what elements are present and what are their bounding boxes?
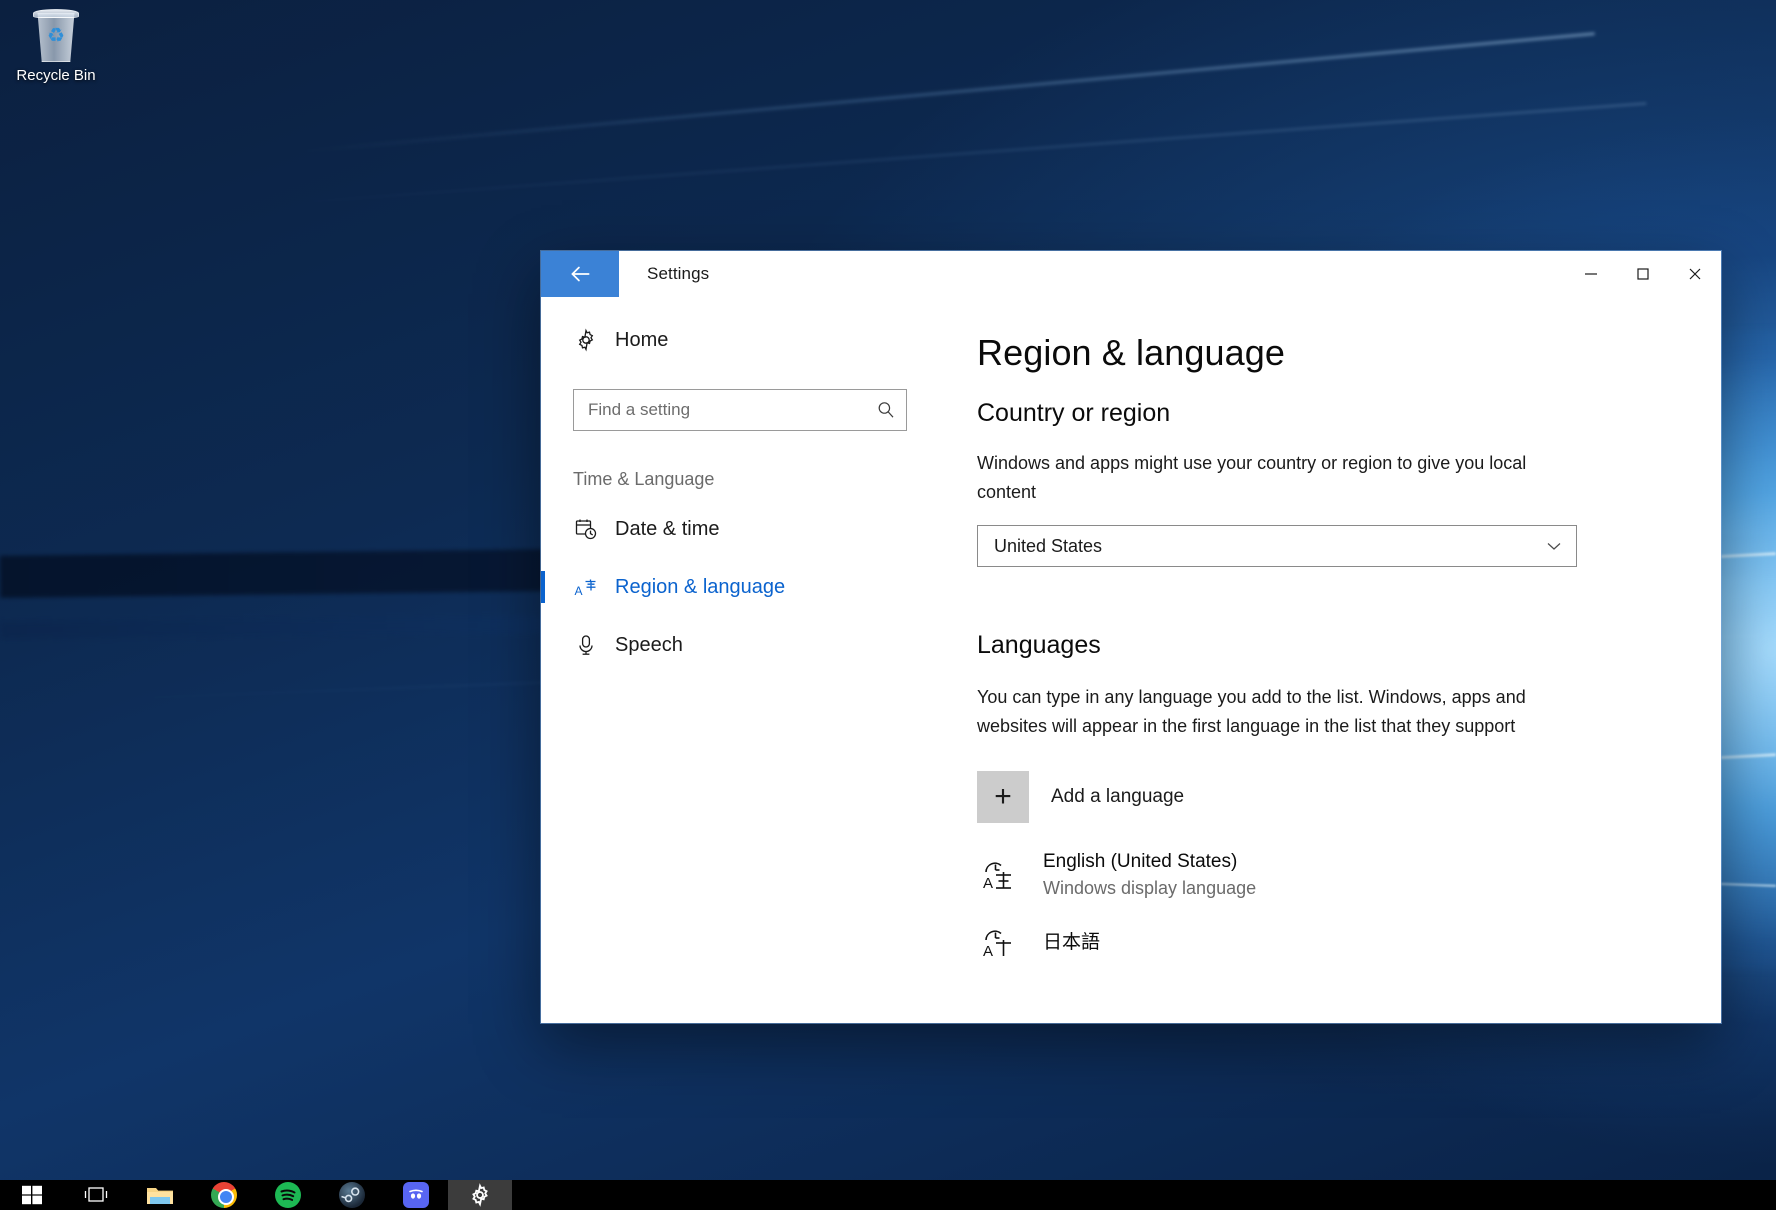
close-icon — [1689, 268, 1701, 280]
language-icon: A — [977, 855, 1023, 895]
languages-section-title: Languages — [977, 631, 1101, 659]
sidebar: Home Time & Language — [541, 297, 941, 1023]
spotify-icon — [275, 1182, 301, 1208]
language-icon: A — [573, 575, 599, 599]
svg-text:A: A — [983, 875, 993, 892]
taskbar-chrome-button[interactable] — [192, 1180, 256, 1210]
svg-text:A: A — [575, 584, 583, 598]
chevron-down-icon — [1544, 536, 1564, 556]
folder-icon — [146, 1184, 174, 1206]
settings-window: Settings Home Find a setting Time & Lang… — [541, 251, 1721, 1023]
search-input[interactable] — [574, 390, 866, 430]
close-button[interactable] — [1669, 251, 1721, 297]
taskbar-steam-button[interactable] — [320, 1180, 384, 1210]
gear-icon — [573, 328, 599, 352]
country-section-title: Country or region — [977, 399, 1171, 427]
chrome-icon — [211, 1182, 237, 1208]
list-item[interactable]: A English (United States) Windows displa… — [977, 849, 1577, 901]
sidebar-search-wrap — [541, 363, 941, 431]
discord-icon — [403, 1182, 429, 1208]
sidebar-item-label: Date & time — [615, 517, 720, 540]
taskbar-discord-button[interactable] — [384, 1180, 448, 1210]
window-body: Home Time & Language — [541, 297, 1721, 1023]
language-name: English (United States) — [1043, 851, 1238, 872]
country-region-value: United States — [994, 535, 1103, 556]
calendar-clock-icon — [573, 517, 599, 541]
gear-icon — [472, 1183, 488, 1207]
sidebar-item-label: Speech — [615, 633, 683, 656]
wallpaper-light-streak — [299, 32, 1595, 153]
page-title: Region & language — [977, 332, 1285, 373]
recycle-bin-icon: ♻ — [28, 6, 84, 64]
taskbar — [0, 1180, 1776, 1210]
country-section-description: Windows and apps might use your country … — [977, 453, 1527, 502]
sidebar-item-date-time[interactable]: Date & time — [541, 500, 941, 558]
sidebar-item-region-language[interactable]: A Region & language — [541, 558, 941, 616]
back-arrow-icon — [571, 266, 590, 282]
sidebar-item-label: Region & language — [615, 575, 786, 598]
windows-logo-icon — [22, 1185, 42, 1205]
search-box[interactable] — [573, 389, 907, 431]
window-title: Settings — [647, 264, 710, 283]
taskbar-spotify-button[interactable] — [256, 1180, 320, 1210]
minimize-button[interactable] — [1565, 251, 1617, 297]
country-region-select[interactable]: United States — [977, 525, 1577, 567]
search-icon[interactable] — [866, 400, 906, 420]
window-titlebar: Settings — [541, 251, 1721, 297]
sidebar-item-speech[interactable]: Speech — [541, 616, 941, 674]
desktop-icon-recycle-bin[interactable]: ♻ Recycle Bin — [8, 6, 104, 85]
sidebar-item-home[interactable]: Home — [541, 317, 941, 363]
sidebar-group-title: Time & Language — [573, 469, 715, 489]
window-controls — [1565, 251, 1721, 297]
add-language-label: Add a language — [1051, 786, 1185, 807]
maximize-icon — [1637, 268, 1649, 280]
steam-icon — [339, 1182, 365, 1208]
svg-text:A: A — [983, 943, 993, 960]
taskbar-task-view-button[interactable] — [64, 1180, 128, 1210]
list-item[interactable]: A 日本語 — [977, 923, 1577, 963]
maximize-button[interactable] — [1617, 251, 1669, 297]
content-panel: Region & language Country or region Wind… — [941, 297, 1721, 1023]
task-view-icon — [84, 1187, 108, 1202]
language-name: 日本語 — [1043, 932, 1101, 953]
back-button[interactable] — [541, 251, 619, 297]
language-icon: A — [977, 923, 1023, 963]
desktop-icon-label: Recycle Bin — [16, 67, 96, 84]
wallpaper-light-streak — [249, 102, 1647, 207]
languages-section-description: You can type in any language you add to … — [977, 687, 1526, 736]
sidebar-home-label: Home — [615, 328, 669, 351]
language-sublabel: Windows display language — [1043, 878, 1257, 898]
add-language-row[interactable]: + Add a language — [977, 767, 1577, 827]
taskbar-settings-button[interactable] — [448, 1180, 512, 1210]
taskbar-start-button[interactable] — [0, 1180, 64, 1210]
microphone-icon — [573, 633, 599, 657]
desktop: ♻ Recycle Bin Settings Home Find a setti… — [0, 0, 1776, 1210]
minimize-icon — [1585, 273, 1597, 275]
plus-icon[interactable]: + — [977, 771, 1029, 823]
taskbar-file-explorer-button[interactable] — [128, 1180, 192, 1210]
